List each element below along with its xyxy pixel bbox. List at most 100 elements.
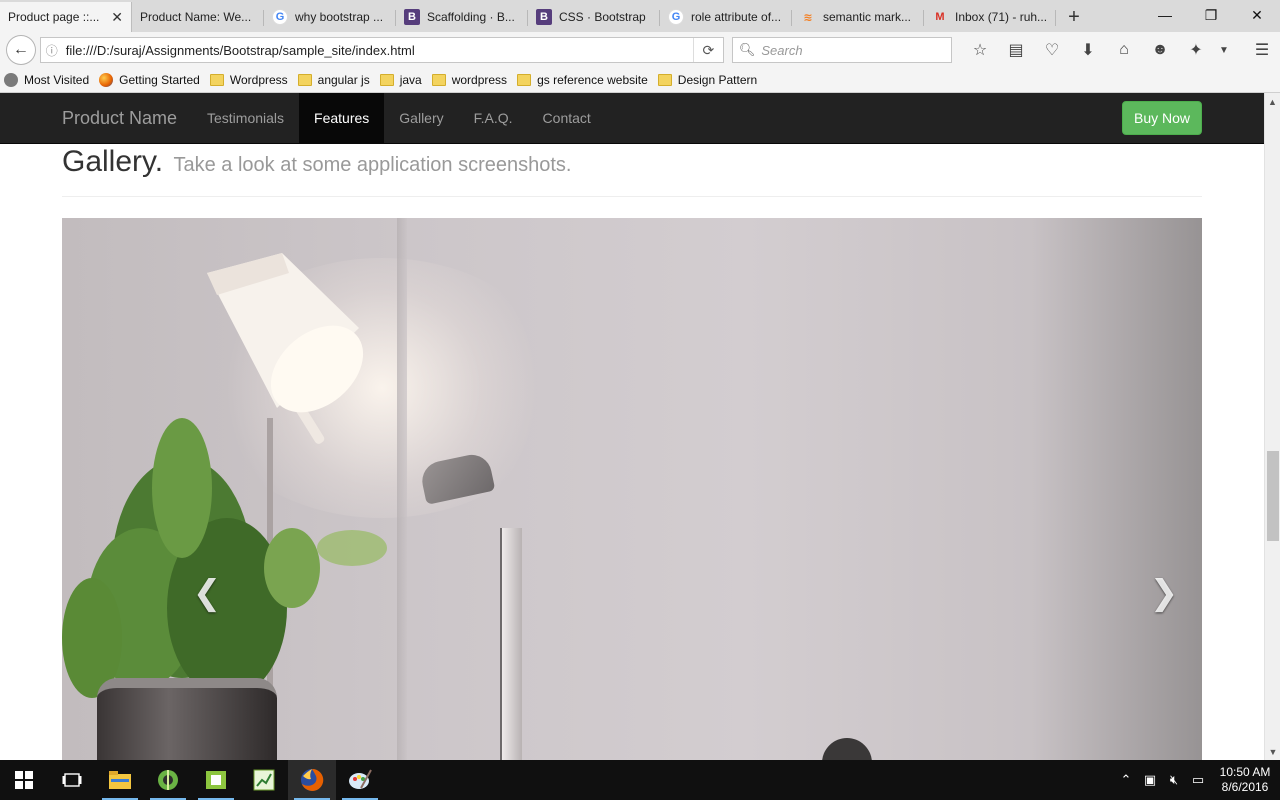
bookmark-label: Wordpress xyxy=(229,73,288,87)
reload-icon[interactable]: ⟳ xyxy=(692,38,723,62)
google-icon: G xyxy=(668,9,684,25)
gallery-page-header: Gallery. Take a look at some application… xyxy=(62,145,1202,197)
bootstrap-icon: B xyxy=(536,9,552,25)
back-button[interactable]: ← xyxy=(6,35,36,65)
close-window-icon[interactable]: ✕ xyxy=(1234,0,1280,30)
url-text[interactable]: file:///D:/suraj/Assignments/Bootstrap/s… xyxy=(63,43,693,58)
system-tray: ⌃ ▣ 🔇︎ ▭ 10:50 AM 8/6/2016 xyxy=(1114,760,1280,800)
bookmark-label: angular js xyxy=(317,73,370,87)
browser-tab[interactable]: G why bootstrap ... xyxy=(264,2,396,32)
tab-title: Scaffolding · B... xyxy=(427,10,515,24)
tab-title: Product page ::... xyxy=(8,10,100,24)
search-input[interactable]: 🔍︎ Search xyxy=(731,37,952,63)
browser-tab[interactable]: Product Name: We... xyxy=(132,2,264,32)
vertical-scrollbar[interactable]: ▲ ▼ xyxy=(1264,93,1280,760)
tab-title: role attribute of... xyxy=(691,10,782,24)
scroll-down-icon[interactable]: ▼ xyxy=(1265,743,1280,760)
extension-icon[interactable]: ✦ xyxy=(1178,35,1214,65)
close-tab-icon[interactable]: ✕ xyxy=(111,9,123,26)
bookmark-item[interactable]: Most Visited xyxy=(4,73,89,87)
browser-tab[interactable]: ≋ semantic mark... xyxy=(792,2,924,32)
dropdown-chevron-icon[interactable]: ▼ xyxy=(1214,35,1234,65)
browser-tab[interactable]: M Inbox (71) - ruh... xyxy=(924,2,1056,32)
pocket-icon[interactable]: ♡ xyxy=(1034,35,1070,65)
browser-tab-strip: Product page ::... ✕ Product Name: We...… xyxy=(0,0,1280,32)
nav-link-gallery[interactable]: Gallery xyxy=(384,93,458,143)
bookmark-item[interactable]: gs reference website xyxy=(517,73,648,87)
windows-taskbar: ⌃ ▣ 🔇︎ ▭ 10:50 AM 8/6/2016 xyxy=(0,760,1280,800)
scroll-up-icon[interactable]: ▲ xyxy=(1265,93,1280,110)
hello-icon[interactable]: ☻ xyxy=(1142,35,1178,65)
file-explorer-icon[interactable] xyxy=(96,760,144,800)
bookmark-label: Design Pattern xyxy=(677,73,758,87)
search-placeholder: Search xyxy=(761,42,803,58)
firefox-icon[interactable] xyxy=(288,760,336,800)
nav-link-faq[interactable]: F.A.Q. xyxy=(459,93,528,143)
bookmark-item[interactable]: java xyxy=(379,73,422,87)
arrow-left-icon: ← xyxy=(12,41,29,58)
site-brand[interactable]: Product Name xyxy=(62,108,177,129)
site-navbar: Product Name Testimonials Features Galle… xyxy=(0,93,1264,144)
buy-now-button[interactable]: Buy Now xyxy=(1122,101,1202,135)
paint-icon[interactable] xyxy=(336,760,384,800)
android-studio-icon[interactable] xyxy=(144,760,192,800)
new-tab-button[interactable]: + xyxy=(1056,2,1092,32)
system-clock[interactable]: 10:50 AM 8/6/2016 xyxy=(1210,765,1280,795)
google-icon: G xyxy=(272,9,288,25)
browser-navigation-bar: ← ⓘ file:///D:/suraj/Assignments/Bootstr… xyxy=(0,32,1280,68)
browser-tab[interactable]: B Scaffolding · B... xyxy=(396,2,528,32)
home-icon[interactable]: ⌂ xyxy=(1106,35,1142,65)
folder-icon xyxy=(209,74,224,86)
chevron-up-icon[interactable]: ⌃ xyxy=(1114,772,1138,788)
firefox-icon xyxy=(99,73,114,87)
nav-link-features[interactable]: Features xyxy=(299,93,385,143)
clock-date: 8/6/2016 xyxy=(1221,780,1269,794)
folder-icon xyxy=(431,74,446,86)
bootstrap-icon: B xyxy=(404,9,420,25)
page-title: Gallery. Take a look at some application… xyxy=(62,145,571,179)
address-bar[interactable]: ⓘ file:///D:/suraj/Assignments/Bootstrap… xyxy=(39,37,724,63)
reading-list-icon[interactable]: ▤ xyxy=(998,35,1034,65)
tab-title: Product Name: We... xyxy=(140,10,252,24)
page-viewport: Product Name Testimonials Features Galle… xyxy=(0,93,1264,760)
download-icon[interactable]: ⬇ xyxy=(1070,35,1106,65)
bookmark-item[interactable]: Wordpress xyxy=(209,73,288,87)
gmail-icon: M xyxy=(935,11,945,23)
gallery-carousel: ❮ ❯ xyxy=(62,218,1202,760)
folder-icon xyxy=(517,74,532,86)
folder-icon xyxy=(297,74,312,86)
browser-tab[interactable]: B CSS · Bootstrap xyxy=(528,2,660,32)
notepad-icon[interactable] xyxy=(192,760,240,800)
bookmark-item[interactable]: angular js xyxy=(297,73,370,87)
browser-tab[interactable]: G role attribute of... xyxy=(660,2,792,32)
volume-muted-icon[interactable]: 🔇︎ xyxy=(1162,772,1186,788)
stackoverflow-icon: ≋ xyxy=(803,11,813,24)
start-icon[interactable] xyxy=(0,760,48,800)
bookmark-item[interactable]: Getting Started xyxy=(99,73,200,87)
bookmark-star-icon[interactable]: ☆ xyxy=(962,35,998,65)
nav-link-testimonials[interactable]: Testimonials xyxy=(192,93,299,143)
clock-time: 10:50 AM xyxy=(1219,765,1271,779)
window-controls: — ❐ ✕ xyxy=(1142,0,1280,30)
bookmark-label: Most Visited xyxy=(24,73,90,87)
minimize-icon[interactable]: — xyxy=(1142,0,1188,30)
bookmark-item[interactable]: Design Pattern xyxy=(657,73,758,87)
tab-title: semantic mark... xyxy=(823,10,912,24)
laptop-image xyxy=(500,528,522,760)
nav-link-contact[interactable]: Contact xyxy=(528,93,606,143)
chevron-right-icon[interactable]: ❯ xyxy=(1144,573,1184,613)
task-view-icon[interactable] xyxy=(48,760,96,800)
info-icon[interactable]: ⓘ xyxy=(41,42,63,59)
bookmark-item[interactable]: wordpress xyxy=(431,73,507,87)
browser-tab[interactable]: Product page ::... ✕ xyxy=(0,2,132,32)
chevron-left-icon[interactable]: ❮ xyxy=(187,573,227,613)
jar-image xyxy=(97,678,277,760)
action-center-icon[interactable]: ▭ xyxy=(1186,772,1210,788)
restore-icon[interactable]: ❐ xyxy=(1188,0,1234,30)
excel-icon[interactable] xyxy=(240,760,288,800)
scrollbar-thumb[interactable] xyxy=(1267,451,1279,541)
hamburger-menu-icon[interactable]: ☰ xyxy=(1244,35,1280,65)
search-icon: 🔍︎ xyxy=(738,42,756,57)
network-icon[interactable]: ▣ xyxy=(1138,772,1162,788)
site-nav-menu: Testimonials Features Gallery F.A.Q. Con… xyxy=(192,93,606,143)
